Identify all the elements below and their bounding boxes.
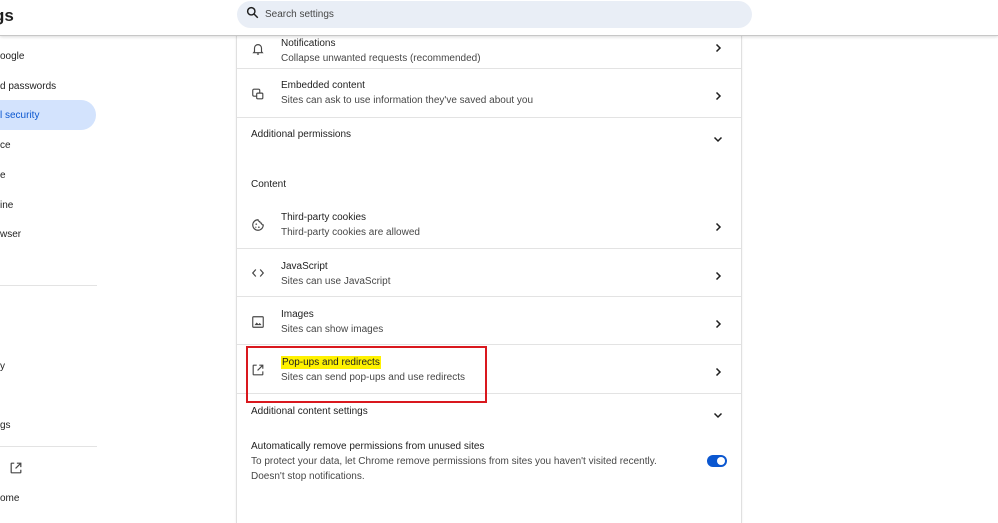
chevron-right-icon (713, 40, 723, 53)
notifications-text: Notifications Collapse unwanted requests… (281, 37, 481, 65)
auto-remove-permissions-row: Automatically remove permissions from un… (237, 434, 741, 494)
code-icon (251, 266, 265, 280)
chevron-right-icon (713, 268, 723, 281)
embedded-content-icon (251, 87, 265, 101)
settings-header: gs (0, 0, 998, 36)
external-link-icon[interactable] (9, 461, 23, 475)
javascript-text: JavaScript Sites can use JavaScript (281, 260, 391, 288)
sidebar-item-performance[interactable]: ce (0, 130, 96, 160)
sidebar-item-search-engine[interactable]: ine (0, 190, 96, 220)
image-icon (251, 315, 265, 329)
notifications-title: Notifications (281, 38, 336, 49)
annotation-highlight-box (246, 346, 487, 403)
sidebar-divider (0, 446, 97, 447)
images-subtitle: Sites can show images (281, 324, 384, 335)
sidebar-item-label: d passwords (0, 80, 57, 92)
sidebar-divider (0, 285, 97, 286)
sidebar-item-accessibility[interactable]: y (0, 351, 96, 381)
third-party-cookies-text: Third-party cookies Third-party cookies … (281, 211, 420, 239)
chevron-right-icon (713, 219, 723, 232)
embedded-content-subtitle: Sites can ask to use information they've… (281, 95, 534, 106)
sidebar-item-autofill-passwords[interactable]: d passwords (0, 71, 96, 101)
auto-remove-text: Automatically remove permissions from un… (251, 440, 691, 484)
additional-permissions-row[interactable]: Additional permissions (237, 118, 741, 154)
third-party-cookies-row[interactable]: Third-party cookies Third-party cookies … (237, 200, 741, 249)
sidebar-item-label: ome (0, 492, 20, 504)
sidebar-item-privacy-security[interactable]: l security (0, 100, 96, 130)
auto-remove-toggle[interactable] (707, 455, 727, 467)
content-section-heading: Content (251, 179, 287, 190)
third-party-cookies-title: Third-party cookies (281, 212, 367, 223)
embedded-content-row[interactable]: Embedded content Sites can ask to use in… (237, 69, 741, 118)
additional-permissions-label: Additional permissions (251, 129, 352, 140)
bell-icon (251, 42, 265, 56)
chevron-down-icon (713, 407, 723, 419)
chevron-right-icon (713, 88, 723, 101)
images-title: Images (281, 309, 314, 320)
sidebar-item-label: oogle (0, 50, 25, 62)
sidebar-item-reset-settings[interactable]: gs (0, 410, 96, 440)
sidebar-item-label: e (0, 169, 6, 181)
sidebar-item-label: gs (0, 419, 11, 431)
site-settings-card: Notifications Collapse unwanted requests… (236, 36, 742, 523)
sidebar-item-you-and-google[interactable]: oogle (0, 41, 96, 71)
settings-window: gs oogle d passwords l security ce e ine… (0, 0, 998, 523)
sidebar-item-about-chrome[interactable]: ome (0, 483, 96, 513)
auto-remove-description: To protect your data, let Chrome remove … (251, 456, 657, 482)
toggle-knob (717, 457, 725, 465)
images-row[interactable]: Images Sites can show images (237, 297, 741, 345)
chevron-right-icon (713, 364, 723, 377)
additional-content-settings-label: Additional content settings (251, 406, 368, 417)
notifications-subtitle: Collapse unwanted requests (recommended) (281, 53, 481, 64)
chevron-right-icon (713, 316, 723, 329)
sidebar: oogle d passwords l security ce e ine ws… (0, 36, 100, 523)
search-box[interactable] (237, 1, 752, 28)
sidebar-item-appearance[interactable]: e (0, 160, 96, 190)
search-input[interactable] (265, 9, 725, 20)
sidebar-item-default-browser[interactable]: wser (0, 219, 96, 249)
page-title: gs (0, 6, 14, 25)
embedded-content-title: Embedded content (281, 80, 365, 91)
sidebar-item-label: y (0, 360, 5, 372)
sidebar-item-label: l security (0, 109, 40, 121)
sidebar-item-label: ce (0, 139, 11, 151)
sidebar-item-label: wser (0, 228, 22, 240)
javascript-subtitle: Sites can use JavaScript (281, 276, 391, 287)
images-text: Images Sites can show images (281, 308, 383, 336)
cookie-icon (251, 218, 265, 232)
javascript-title: JavaScript (281, 261, 328, 272)
javascript-row[interactable]: JavaScript Sites can use JavaScript (237, 249, 741, 297)
third-party-cookies-subtitle: Third-party cookies are allowed (281, 227, 420, 238)
chevron-down-icon (713, 131, 723, 143)
search-icon (246, 6, 259, 24)
sidebar-item-label: ine (0, 199, 14, 211)
auto-remove-title: Automatically remove permissions from un… (251, 441, 485, 452)
embedded-content-text: Embedded content Sites can ask to use in… (281, 79, 533, 107)
